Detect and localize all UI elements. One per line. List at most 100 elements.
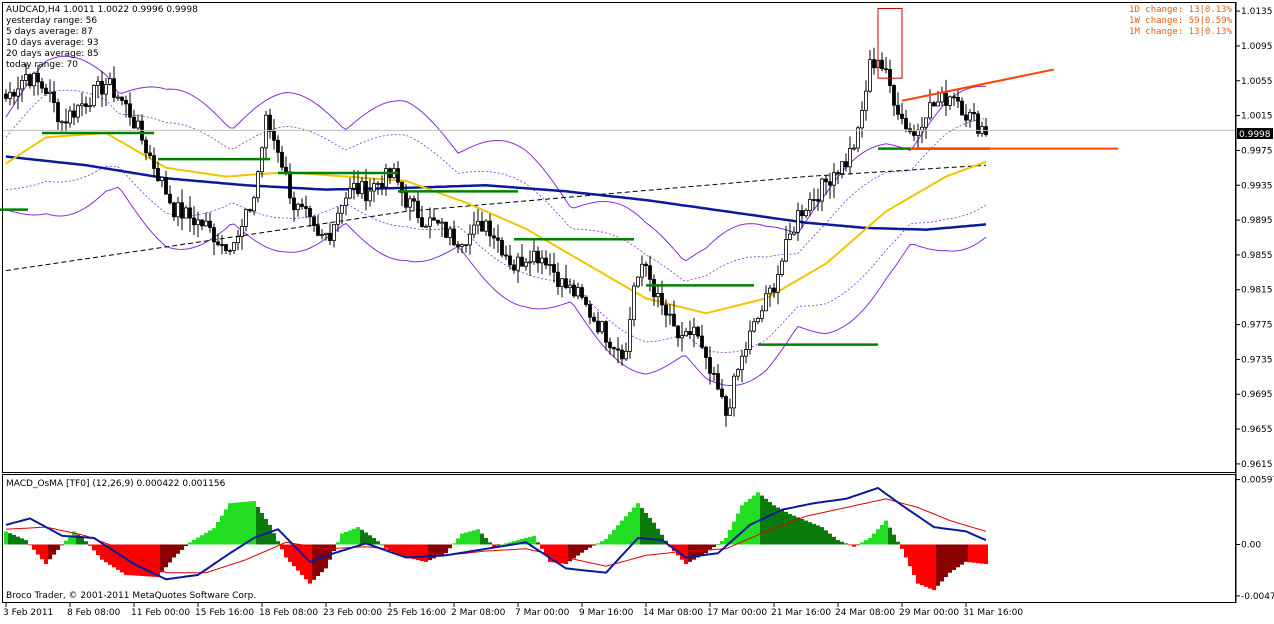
candle-body — [936, 101, 940, 107]
candle-body — [600, 321, 604, 333]
candle-body — [316, 225, 320, 236]
candle-body — [664, 304, 668, 316]
osma-bar — [336, 542, 340, 545]
candle-body — [500, 239, 504, 256]
indicator-axis: 0.00597 0.00 -0.00473 — [1236, 476, 1274, 602]
osma-bar — [540, 544, 544, 549]
candle-body — [604, 321, 608, 343]
candle-body — [244, 209, 248, 227]
candle-body — [796, 210, 800, 233]
osma-bar — [4, 531, 8, 545]
candle-body — [544, 257, 548, 266]
candle-body — [256, 171, 260, 199]
candle-body — [436, 219, 440, 224]
osma-bar — [384, 544, 388, 548]
candle-body — [560, 278, 564, 287]
osma-bar — [56, 544, 60, 550]
osma-bar — [712, 544, 716, 548]
osma-bar — [560, 544, 564, 564]
osma-bar — [460, 533, 464, 545]
osma-bar — [860, 542, 864, 545]
candle-body — [364, 181, 368, 202]
osma-bar — [932, 544, 936, 591]
osma-bar — [452, 543, 456, 545]
osma-bar — [48, 544, 52, 560]
candle-body — [812, 199, 816, 201]
osma-bar — [96, 544, 100, 556]
osma-bar — [204, 532, 208, 545]
candle-body — [72, 110, 76, 118]
osma-bar — [376, 541, 380, 545]
candle-body — [200, 219, 204, 227]
price-tick-label: 0.9935 — [1241, 181, 1273, 191]
osma-bar — [8, 533, 12, 545]
osma-bar — [588, 544, 592, 548]
candle-body — [728, 407, 732, 416]
candle-body — [564, 278, 568, 289]
candle-body — [632, 285, 636, 321]
candle-body — [20, 80, 24, 90]
candle-body — [792, 231, 796, 235]
candle-body — [44, 87, 48, 94]
osma-bar — [604, 539, 608, 545]
chart-window[interactable]: 1.0135 1.0095 1.0055 1.0015 0.9975 0.9935 0.98… — [0, 0, 1274, 620]
candle-body — [920, 126, 924, 131]
candle-body — [652, 278, 656, 298]
candle-body — [368, 190, 372, 202]
candle-body — [428, 217, 432, 227]
candle-body — [376, 182, 380, 185]
candle-body — [624, 350, 628, 360]
osma-bar — [772, 505, 776, 545]
candle-body — [324, 232, 328, 235]
osma-bar — [264, 518, 268, 545]
candle-body — [348, 187, 352, 199]
candle-body — [444, 221, 448, 238]
candle-body — [836, 172, 840, 175]
osma-bar — [720, 541, 724, 545]
candle-body — [852, 147, 856, 150]
osma-bar — [396, 544, 400, 555]
indicator-tick-label: -0.00473 — [1241, 592, 1274, 602]
candle-body — [228, 250, 232, 252]
osma-bar — [240, 502, 244, 545]
osma-bar — [24, 540, 28, 545]
osma-bar — [280, 544, 284, 550]
osma-bar — [64, 540, 68, 545]
candle-body — [124, 100, 128, 105]
candle-body — [540, 257, 544, 264]
chart-canvas[interactable]: 1.0135 1.0095 1.0055 1.0015 0.9975 0.9935 0.98… — [0, 0, 1274, 620]
time-tick-label: 14 Mar 08:00 — [643, 608, 703, 618]
candle-body — [304, 206, 308, 209]
candle-body — [548, 264, 552, 266]
candle-body — [288, 171, 292, 199]
candle-body — [840, 161, 844, 175]
candle-body — [328, 232, 332, 241]
candle-body — [832, 172, 836, 186]
candle-body — [460, 244, 464, 247]
candle-body — [672, 313, 676, 327]
candle-body — [684, 331, 688, 337]
candle-body — [528, 261, 532, 264]
candle-body — [956, 96, 960, 102]
candle-body — [804, 210, 808, 217]
osma-bar — [680, 544, 684, 560]
candle-body — [552, 264, 556, 273]
osma-bar — [740, 505, 744, 545]
candle-body — [408, 198, 412, 208]
osma-bar — [176, 544, 180, 554]
candle-body — [960, 100, 964, 116]
osma-bar — [616, 525, 620, 545]
candle-body — [220, 244, 224, 246]
candle-body — [76, 105, 80, 118]
osma-bar — [92, 544, 96, 551]
osma-bar — [272, 533, 276, 545]
candle-body — [132, 116, 136, 129]
candle-body — [208, 220, 212, 229]
candle-body — [300, 203, 304, 207]
candle-body — [492, 235, 496, 239]
osma-bar — [976, 544, 980, 564]
price-tick-label: 1.0095 — [1241, 42, 1273, 52]
osma-bar — [944, 544, 948, 578]
candle-body — [572, 284, 576, 297]
copyright-text: Broco Trader, © 2001-2011 MetaQuotes Sof… — [6, 591, 256, 601]
